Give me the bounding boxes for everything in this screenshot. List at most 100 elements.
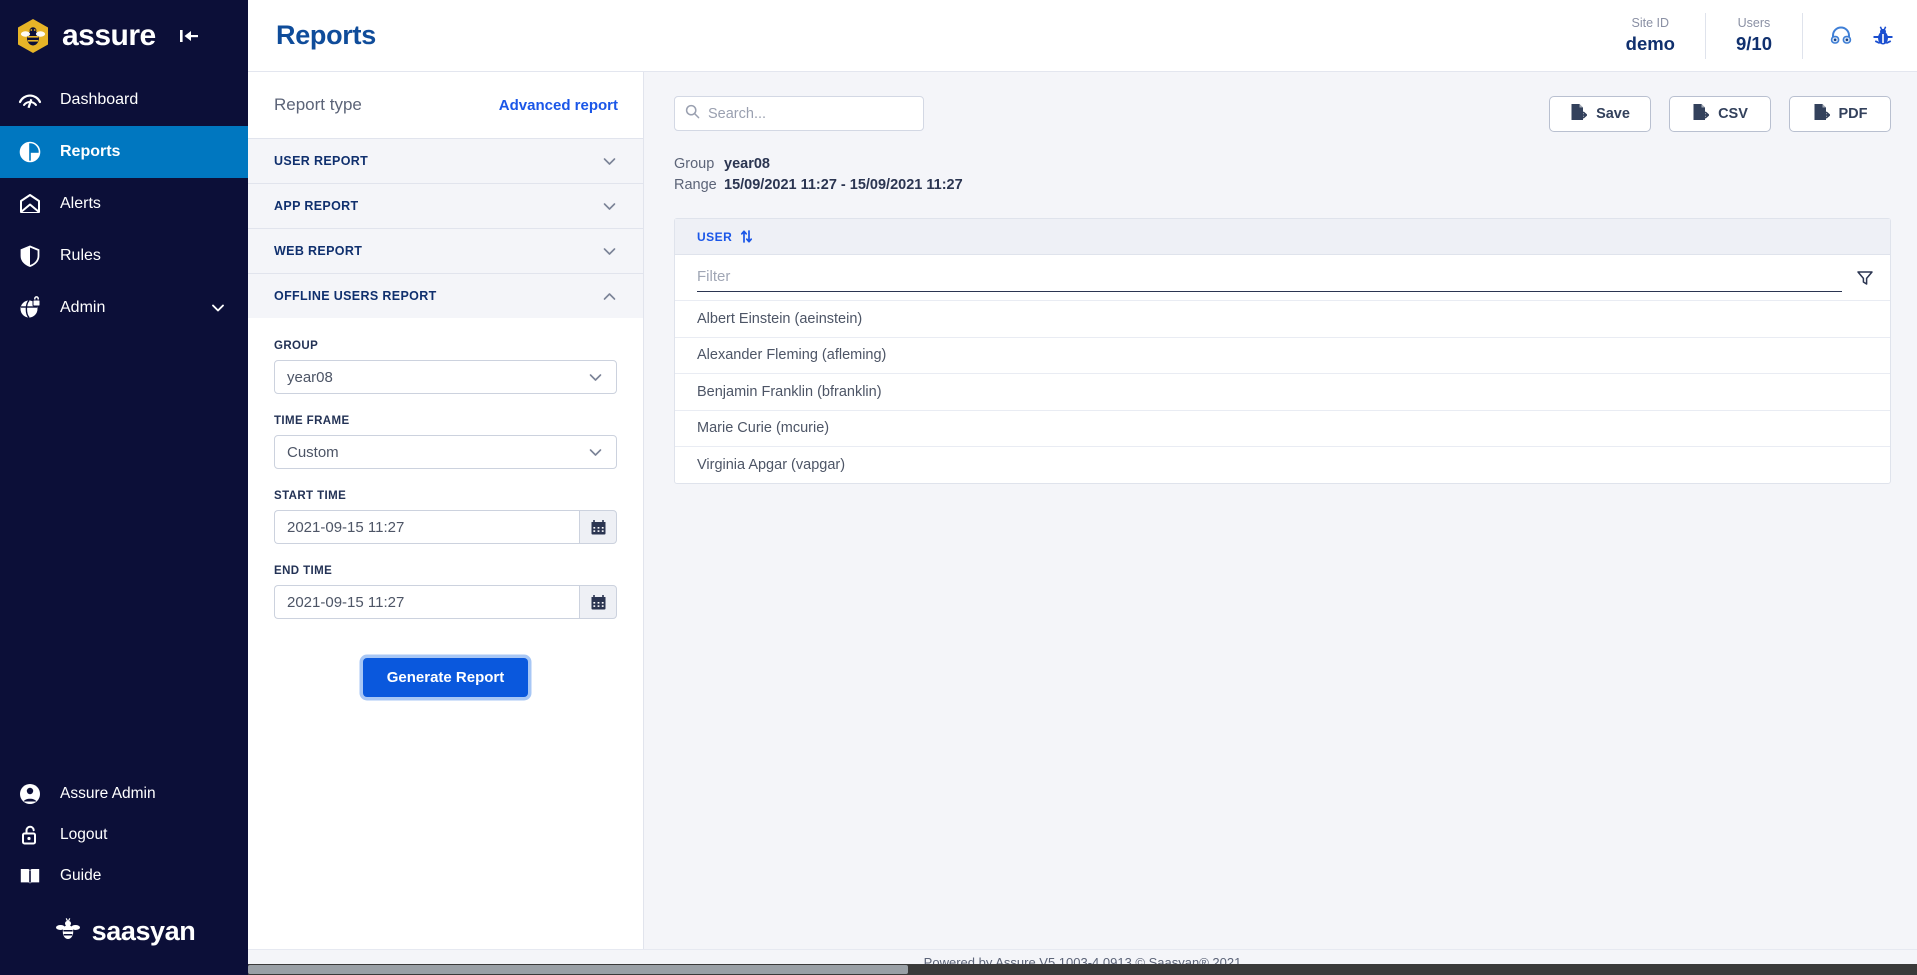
brand-header: assure xyxy=(0,0,248,72)
group-select[interactable]: year08 xyxy=(274,360,617,394)
unlock-icon xyxy=(18,823,42,847)
chevron-down-icon[interactable] xyxy=(601,153,618,170)
offline-users-report-form: GROUP year08 TIME FRAME Custom START TIM… xyxy=(248,318,643,697)
start-time-field: START TIME 2021-09-15 11:27 xyxy=(274,490,617,544)
accordion-web-report[interactable]: WEB REPORT xyxy=(248,228,643,273)
pdf-button-label: PDF xyxy=(1838,106,1868,122)
table-row[interactable]: Alexander Fleming (afleming) xyxy=(675,336,1890,374)
users-value: 9/10 xyxy=(1735,33,1772,54)
header-right: Site ID demo Users 9/10 xyxy=(1596,0,1917,71)
sidebar-item-label: Dashboard xyxy=(60,91,139,108)
timeframe-field: TIME FRAME Custom xyxy=(274,415,617,469)
book-icon xyxy=(18,864,42,888)
table-row[interactable]: Benjamin Franklin (bfranklin) xyxy=(675,373,1890,410)
start-time-input[interactable]: 2021-09-15 11:27 xyxy=(274,510,579,544)
collapse-sidebar-icon[interactable] xyxy=(174,21,204,51)
csv-button-label: CSV xyxy=(1718,106,1748,122)
calendar-icon[interactable] xyxy=(579,510,617,544)
horizontal-scrollbar-track[interactable] xyxy=(248,964,1917,975)
sidebar-item-label: Assure Admin xyxy=(60,784,156,802)
sidebar-item-assure-admin[interactable]: Assure Admin xyxy=(0,773,248,814)
calendar-icon[interactable] xyxy=(579,585,617,619)
content-row: Report type Advanced report USER REPORT … xyxy=(248,72,1917,949)
generate-report-row: Generate Report xyxy=(274,640,617,697)
file-export-icon xyxy=(1570,103,1588,125)
support-headset-icon[interactable] xyxy=(1829,24,1853,48)
user-column-header: USER xyxy=(697,229,733,244)
generate-report-button[interactable]: Generate Report xyxy=(362,658,529,697)
table-row[interactable]: Marie Curie (mcurie) xyxy=(675,409,1890,447)
pie-chart-icon xyxy=(18,140,42,164)
envelope-icon xyxy=(18,192,42,216)
accordion-app-report[interactable]: APP REPORT xyxy=(248,183,643,228)
table-filter-row xyxy=(675,255,1890,300)
meta-range-value: 15/09/2021 11:27 - 15/09/2021 11:27 xyxy=(724,177,963,193)
save-button-label: Save xyxy=(1596,106,1630,122)
sidebar-item-admin[interactable]: Admin xyxy=(0,282,248,334)
search-box[interactable] xyxy=(674,96,924,131)
group-label: GROUP xyxy=(274,340,319,352)
top-header: Reports Site ID demo Users 9/10 xyxy=(248,0,1917,72)
sidebar-item-logout[interactable]: Logout xyxy=(0,814,248,855)
sidebar-item-label: Guide xyxy=(60,866,102,884)
horizontal-scrollbar-thumb[interactable] xyxy=(248,965,908,974)
sidebar-item-reports[interactable]: Reports xyxy=(0,126,248,178)
search-icon xyxy=(685,104,700,124)
table-header-row: USER xyxy=(675,219,1890,255)
accordion-title: APP REPORT xyxy=(274,199,359,213)
start-time-label: START TIME xyxy=(274,490,347,502)
export-button-group: Save CSV PDF xyxy=(1549,96,1891,132)
accordion-user-report[interactable]: USER REPORT xyxy=(248,138,643,183)
report-meta: Group year08 Range 15/09/2021 11:27 - 15… xyxy=(674,154,1891,196)
meta-range-row: Range 15/09/2021 11:27 - 15/09/2021 11:2… xyxy=(674,175,1891,196)
start-time-row: 2021-09-15 11:27 xyxy=(274,510,617,544)
timeframe-select[interactable]: Custom xyxy=(274,435,617,469)
chevron-down-icon[interactable] xyxy=(601,243,618,260)
csv-button[interactable]: CSV xyxy=(1669,96,1771,132)
bee-hexagon-logo xyxy=(14,17,52,55)
bug-report-icon[interactable] xyxy=(1871,24,1895,48)
filter-input[interactable] xyxy=(697,263,1842,292)
accordion-offline-users-report[interactable]: OFFLINE USERS REPORT xyxy=(248,273,643,318)
header-icon-group xyxy=(1803,24,1917,48)
funnel-filter-icon[interactable] xyxy=(1856,269,1874,287)
sidebar-item-guide[interactable]: Guide xyxy=(0,855,248,896)
meta-group-row: Group year08 xyxy=(674,154,1891,175)
page-title: Reports xyxy=(276,20,376,50)
site-id-label: Site ID xyxy=(1631,16,1670,30)
chevron-down-icon[interactable] xyxy=(601,198,618,215)
save-button[interactable]: Save xyxy=(1549,96,1651,132)
sidebar-item-label: Reports xyxy=(60,143,121,160)
shield-icon xyxy=(18,244,42,268)
end-time-label: END TIME xyxy=(274,565,333,577)
search-input[interactable] xyxy=(708,105,913,122)
results-table: USER Filter Albert Einstein (aeinstein) … xyxy=(674,218,1891,484)
end-time-input[interactable]: 2021-09-15 11:27 xyxy=(274,585,579,619)
pdf-button[interactable]: PDF xyxy=(1789,96,1891,132)
sidebar-item-alerts[interactable]: Alerts xyxy=(0,178,248,230)
sidebar-item-label: Admin xyxy=(60,299,106,316)
users-label: Users xyxy=(1737,16,1771,30)
sidebar-item-dashboard[interactable]: Dashboard xyxy=(0,74,248,126)
accordion-title: OFFLINE USERS REPORT xyxy=(274,289,437,303)
sort-arrows-icon[interactable] xyxy=(740,229,753,244)
user-circle-icon xyxy=(18,782,42,806)
sidebar-item-label: Rules xyxy=(60,247,101,264)
table-row[interactable]: Virginia Apgar (vapgar) xyxy=(675,446,1890,483)
app-root: assure Dashboard Reports Alerts Rules Ad… xyxy=(0,0,1917,975)
chevron-down-icon[interactable] xyxy=(210,300,226,316)
group-field: GROUP year08 xyxy=(274,340,617,394)
results-toolbar: Save CSV xyxy=(674,96,1891,132)
gauge-icon xyxy=(18,88,42,112)
accordion-title: USER REPORT xyxy=(274,154,369,168)
meta-group-key: Group xyxy=(674,156,715,172)
bee-icon xyxy=(53,914,83,949)
file-export-icon xyxy=(1692,103,1710,125)
table-row[interactable]: Albert Einstein (aeinstein) xyxy=(675,300,1890,337)
advanced-report-link[interactable]: Advanced report xyxy=(499,97,618,114)
chevron-up-icon[interactable] xyxy=(601,288,618,305)
sidebar-item-rules[interactable]: Rules xyxy=(0,230,248,282)
saasyan-footer-logo: saasyan xyxy=(0,896,248,975)
end-time-field: END TIME 2021-09-15 11:27 xyxy=(274,565,617,619)
